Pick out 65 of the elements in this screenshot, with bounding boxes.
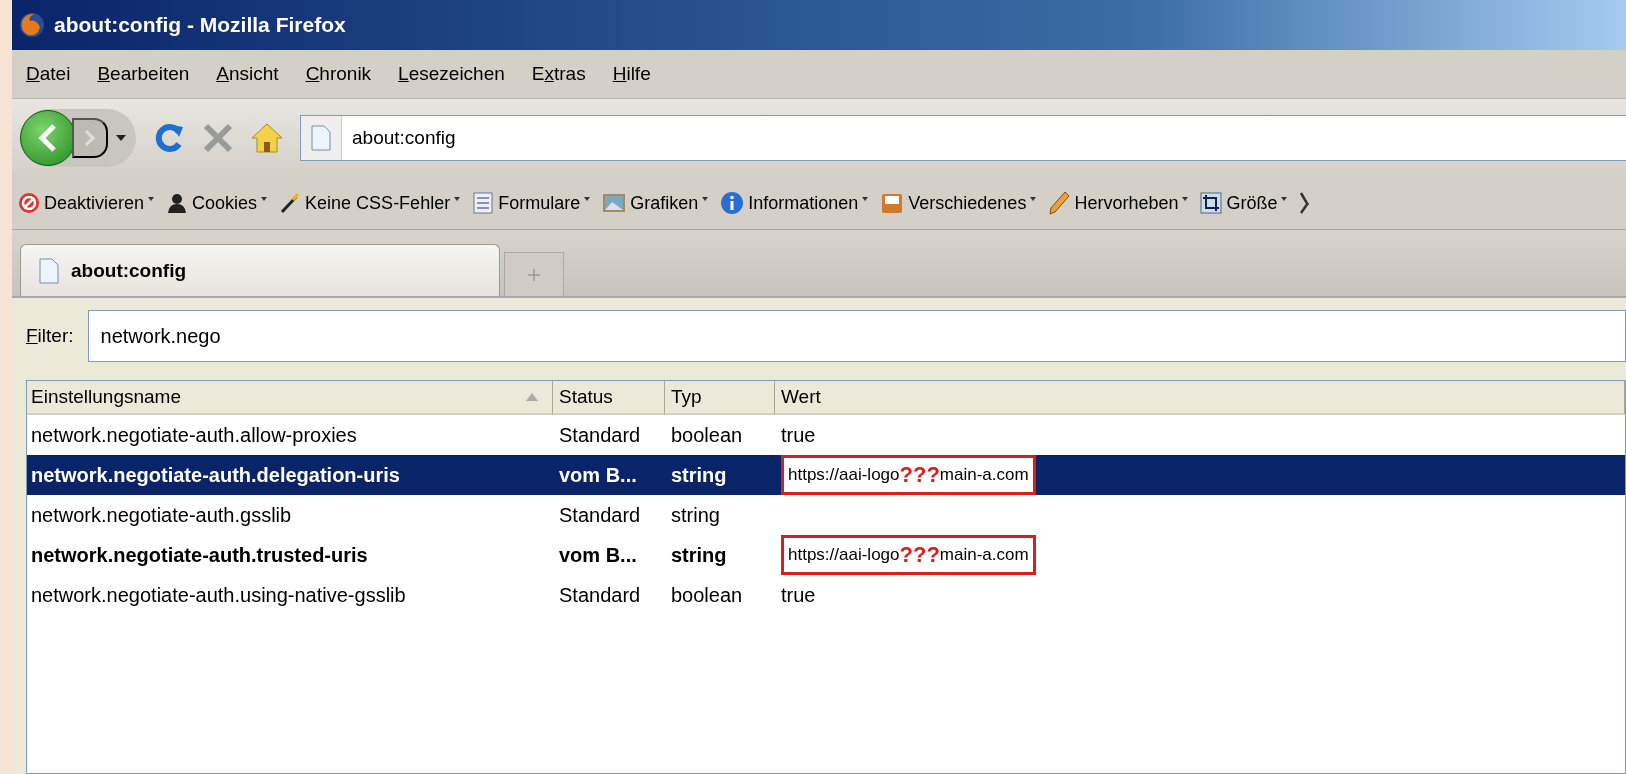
column-header[interactable]: Wert [775, 381, 1625, 415]
browser-logo-icon [18, 11, 46, 39]
toolbar-menu-button[interactable]: Größe [1200, 192, 1288, 214]
menu-item[interactable]: Ansicht [216, 63, 279, 85]
tab[interactable]: about:config [20, 244, 500, 296]
menu-item[interactable]: Bearbeiten [97, 63, 190, 85]
highlighted-value: https://aai-logo???main-a.com [781, 535, 1036, 575]
home-icon[interactable] [250, 122, 284, 154]
toolbar-menu-button[interactable]: Informationen [720, 191, 869, 215]
table-cell: true [781, 583, 816, 606]
filter-label: Filter: [26, 325, 74, 347]
table-cell-text: string [670, 463, 728, 487]
prohibited-icon [18, 192, 40, 214]
page-icon [39, 257, 59, 284]
crop-icon [1200, 192, 1223, 214]
table-row[interactable]: network.negotiate-auth.trusted-uris vom B... string https://aai-logo???main-a.com [27, 535, 1625, 575]
table-cell: true [781, 423, 816, 446]
table-cell-text: boolean [670, 583, 744, 607]
table-cell-text: Standard [558, 423, 642, 447]
table-row[interactable]: network.negotiate-auth.delegation-uris vom B... string https://aai-logo???main-a.com [27, 455, 1625, 495]
menu-item[interactable]: Hilfe [612, 63, 651, 85]
table-row[interactable]: network.negotiate-auth.allow-proxies Standard boolean true [27, 415, 1625, 455]
table-cell-text: network.negotiate-auth.using-native-gsslib [30, 583, 407, 607]
form-icon [472, 192, 495, 214]
menu-item[interactable]: Chronik [305, 63, 372, 85]
toolbar-menu-button[interactable]: Deaktivieren [18, 192, 155, 214]
toolbar-menu-button[interactable]: Verschiedenes [880, 192, 1037, 214]
table-cell-text: Standard [558, 503, 642, 527]
table-row[interactable]: network.negotiate-auth.using-native-gsslib Standard boolean true [27, 575, 1625, 615]
filter-field[interactable]: network.nego [87, 310, 1626, 362]
table-cell-text: boolean [670, 423, 744, 447]
window-title: about:config - Mozilla Firefox [54, 13, 346, 37]
toolbar-menu-button[interactable]: Keine CSS-Fehler [279, 192, 461, 214]
toolbar-menu-button[interactable]: Grafiken [602, 192, 709, 214]
toolbar-menu-button[interactable]: Hervorheben [1048, 191, 1189, 215]
info-icon [720, 191, 745, 215]
column-header[interactable]: Status [553, 381, 665, 415]
table-cell-text: vom B... [558, 543, 638, 567]
table-cell-text: network.negotiate-auth.allow-proxies [30, 423, 358, 447]
inbox-tray-icon [880, 192, 905, 214]
person-icon [166, 192, 189, 214]
page-icon [311, 125, 331, 151]
column-header[interactable]: Typ [665, 381, 775, 415]
table-row[interactable]: network.negotiate-auth.gsslib Standard string [27, 495, 1625, 535]
dropdown-arrow-icon[interactable] [116, 135, 126, 141]
menu-item[interactable]: Extras [531, 63, 586, 85]
table-cell-text: network.negotiate-auth.delegation-uris [30, 463, 401, 487]
table-cell-text: vom B... [558, 463, 638, 487]
picture-icon [602, 192, 627, 214]
forward-button[interactable] [72, 118, 108, 158]
highlighted-value: https://aai-logo???main-a.com [781, 455, 1036, 495]
pencil-icon [1048, 191, 1071, 215]
toolbar-menu-button[interactable]: Cookies [166, 192, 268, 214]
menu-item[interactable]: Lesezeichen [398, 63, 505, 85]
table-cell-text: string [670, 503, 721, 527]
table-cell-text: string [670, 543, 728, 567]
toolbar-menu-button[interactable]: Formulare [472, 192, 591, 214]
table-cell-text: Standard [558, 583, 642, 607]
address-bar[interactable]: about:config [300, 115, 1626, 161]
column-header[interactable]: Einstellungsname [27, 381, 553, 415]
menu-item[interactable]: Datei [26, 63, 71, 85]
table-cell-text: network.negotiate-auth.trusted-uris [30, 543, 369, 567]
table-cell-text: network.negotiate-auth.gsslib [30, 503, 293, 527]
plus-icon [527, 267, 541, 282]
wand-icon [279, 192, 302, 214]
